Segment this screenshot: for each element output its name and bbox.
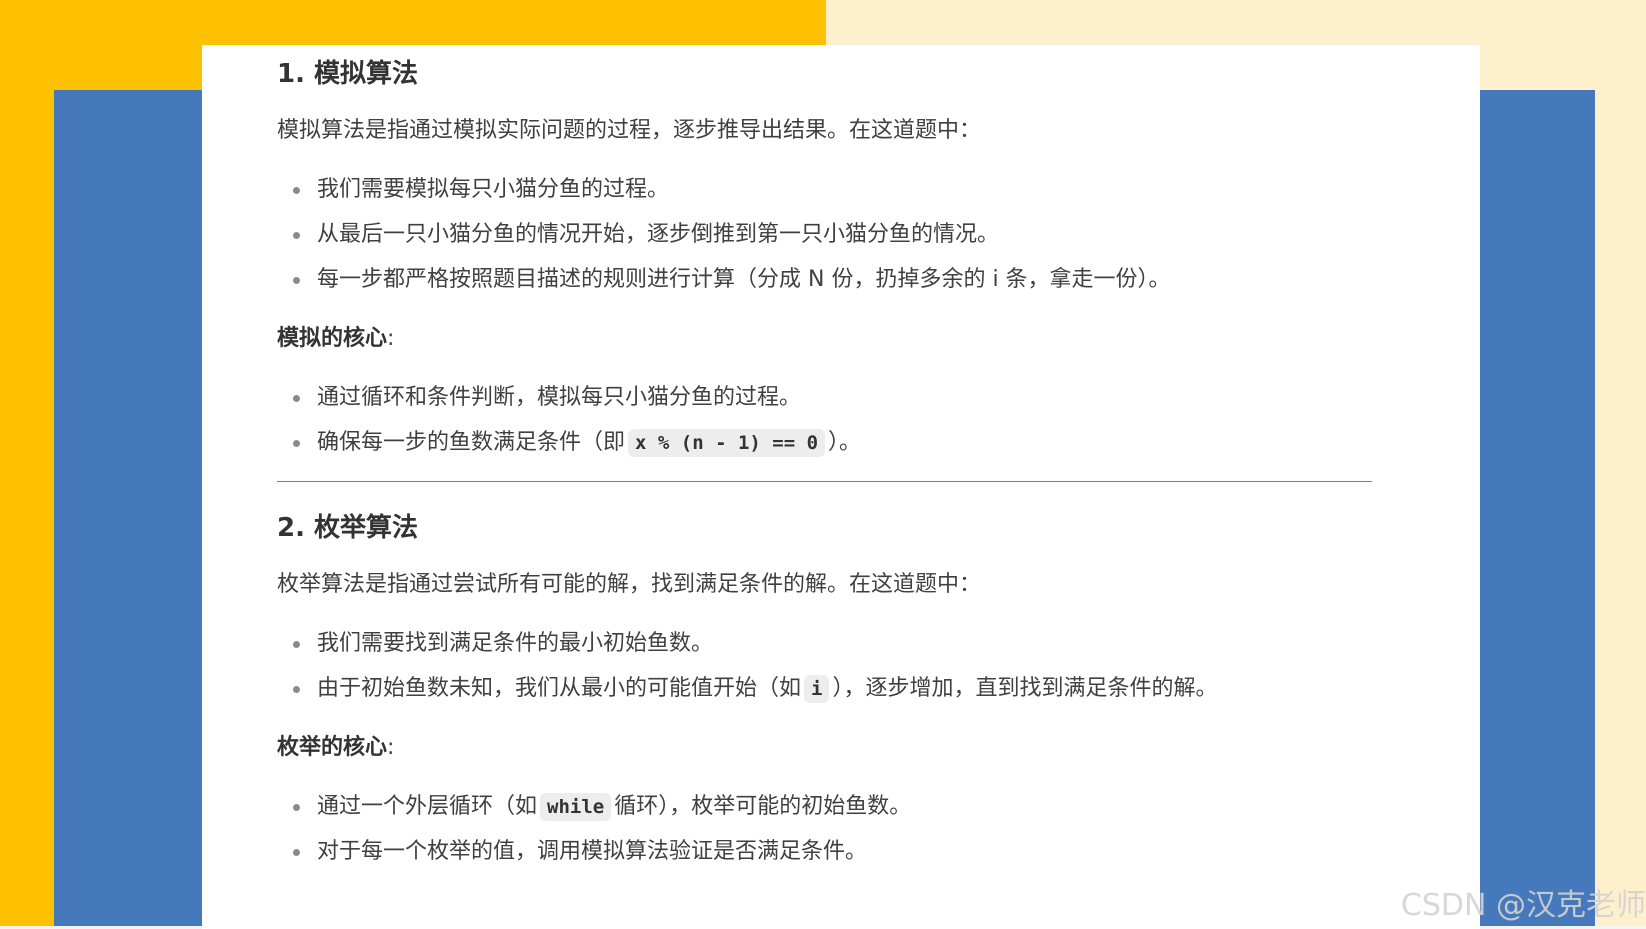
list-item-text: 对于每一个枚举的值，调用模拟算法验证是否满足条件。 — [317, 839, 868, 864]
text-after-code: ）。 — [828, 430, 862, 455]
section1-heading: 1. 模拟算法 — [277, 59, 419, 89]
section2-intro: 枚举算法是指通过尝试所有可能的解，找到满足条件的解。在这道题中： — [277, 572, 982, 597]
bullet-dot — [293, 440, 300, 447]
bullet-dot — [293, 232, 300, 239]
section1-intro: 模拟算法是指通过模拟实际问题的过程，逐步推导出结果。在这道题中： — [277, 118, 982, 143]
section-divider — [277, 481, 1372, 482]
bullet-dot — [293, 187, 300, 194]
bullet-dot — [293, 849, 300, 856]
core-label-colon: : — [387, 735, 395, 760]
list-item-text: 每一步都严格按照题目描述的规则进行计算（分成 N 份，扔掉多余的 i 条，拿走一… — [317, 267, 1171, 292]
bullet-dot — [293, 641, 300, 648]
list-item-text: 由于初始鱼数未知，我们从最小的可能值开始（如 i ），逐步增加，直到找到满足条件的解… — [317, 674, 1217, 704]
background-blue-left-panel — [54, 90, 204, 929]
text-before-code: 通过一个外层循环（如 — [317, 794, 538, 819]
background-blue-right-panel — [1480, 90, 1595, 929]
section1-core-label: 模拟的核心: — [277, 324, 394, 354]
inline-code: i — [804, 675, 830, 703]
text-after-code: ），逐步增加，直到找到满足条件的解。 — [832, 676, 1218, 701]
list-item-text: 通过一个外层循环（如 while 循环），枚举可能的初始鱼数。 — [317, 792, 911, 822]
list-item-text: 我们需要找到满足条件的最小初始鱼数。 — [317, 631, 714, 656]
bullet-dot — [293, 804, 300, 811]
inline-code: x % (n - 1) == 0 — [628, 429, 826, 457]
section2-core-label: 枚举的核心: — [277, 733, 394, 763]
bullet-dot — [293, 686, 300, 693]
list-item-text: 我们需要模拟每只小猫分鱼的过程。 — [317, 177, 670, 202]
watermark: CSDN @汉克老师 — [1400, 888, 1646, 923]
core-label-bold: 模拟的核心 — [277, 326, 388, 351]
list-item-text: 从最后一只小猫分鱼的情况开始，逐步倒推到第一只小猫分鱼的情况。 — [317, 222, 1000, 247]
core-label-bold: 枚举的核心 — [277, 735, 388, 760]
inline-code: while — [540, 793, 612, 821]
bullet-dot — [293, 395, 300, 402]
list-item-text: 确保每一步的鱼数满足条件（即 x % (n - 1) == 0）。 — [317, 428, 861, 458]
core-label-colon: : — [387, 326, 395, 351]
text-before-code: 由于初始鱼数未知，我们从最小的可能值开始（如 — [317, 676, 802, 701]
text-after-code: 循环），枚举可能的初始鱼数。 — [614, 794, 912, 819]
section2-heading: 2. 枚举算法 — [277, 513, 419, 543]
document-card: 1. 模拟算法 模拟算法是指通过模拟实际问题的过程，逐步推导出结果。在这道题中：… — [202, 45, 1480, 929]
text-before-code: 确保每一步的鱼数满足条件（即 — [317, 430, 626, 455]
bullet-dot — [293, 277, 300, 284]
list-item-text: 通过循环和条件判断，模拟每只小猫分鱼的过程。 — [317, 385, 802, 410]
